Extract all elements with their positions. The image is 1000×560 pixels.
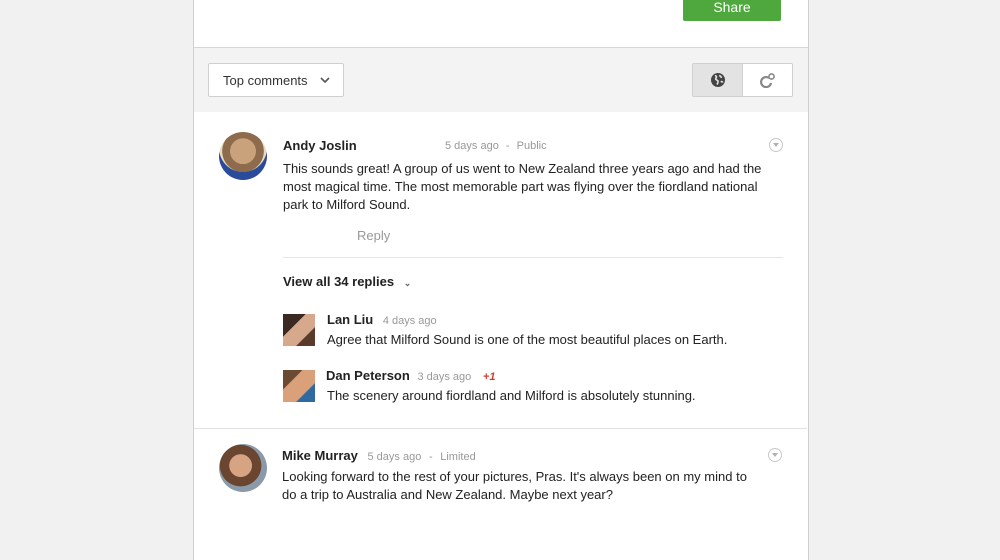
comment-time[interactable]: 5 days ago [368,451,422,463]
meta-separator: - [428,451,433,463]
comment-visibility[interactable]: Public [517,140,547,152]
chevron-down-icon [320,77,330,84]
plus-one-count[interactable]: +1 [483,371,496,383]
comment-menu-icon[interactable] [768,448,782,462]
comment-header: Mike Murray 5 days ago - Limited [282,448,476,463]
reply-link[interactable]: Reply [357,228,390,243]
reply-author[interactable]: Dan Peterson [326,368,410,383]
meta-separator: - [505,140,510,152]
comment-meta: 5 days ago - Public [445,140,547,152]
reply-time[interactable]: 4 days ago [383,315,437,327]
reply-header: Lan Liu 4 days ago [327,312,437,327]
reply-avatar [283,314,315,346]
globe-icon [710,73,725,87]
visibility-toggle [692,63,793,97]
sort-comments-dropdown[interactable]: Top comments [208,63,344,97]
circles-icon [759,73,775,88]
public-filter-button[interactable] [693,64,743,96]
reply-text: Agree that Milford Sound is one of the m… [327,332,728,347]
comment-time[interactable]: 5 days ago [445,140,499,152]
reply-time[interactable]: 3 days ago [417,371,471,383]
comment-item: Mike Murray 5 days ago - Limited Looking… [194,429,807,560]
circles-filter-button[interactable] [743,64,792,96]
share-area: Share [194,0,808,48]
comment-author[interactable]: Mike Murray [282,448,358,463]
comment-text: Looking forward to the rest of your pict… [282,469,747,502]
sort-selected-label: Top comments [223,72,308,88]
view-all-replies-label: View all 34 replies [283,274,395,289]
reply-header: Dan Peterson 3 days ago +1 [326,368,495,383]
comment-menu-icon[interactable] [769,138,783,152]
share-button[interactable]: Share [683,0,781,21]
reply-avatar [283,370,315,402]
comment-header: Andy Joslin [283,138,357,153]
comment-author[interactable]: Andy Joslin [283,138,357,153]
comment-visibility[interactable]: Limited [440,451,475,463]
reply-author[interactable]: Lan Liu [327,312,373,327]
view-all-replies-link[interactable]: View all 34 replies ⌄ [283,274,411,289]
avatar [219,444,267,492]
divider [283,257,783,258]
reply-text: The scenery around fiordland and Milford… [327,388,696,403]
avatar [219,132,267,180]
comment-text: This sounds great! A group of us went to… [283,161,762,212]
double-chevron-down-icon: ⌄ [403,278,412,288]
comments-toolbar: Top comments [194,48,808,112]
